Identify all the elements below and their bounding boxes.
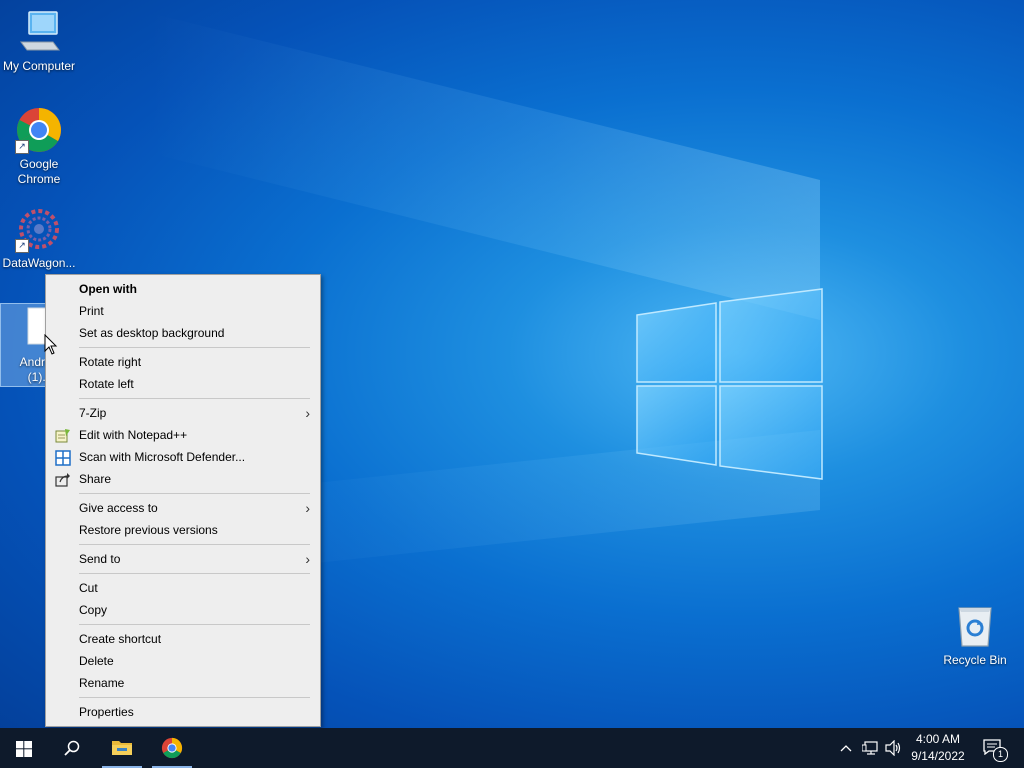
- menu-item-label: Rename: [79, 676, 125, 690]
- menu-item-share[interactable]: Share: [46, 468, 320, 490]
- menu-item-label: Set as desktop background: [79, 326, 225, 340]
- computer-icon: [15, 8, 63, 56]
- mouse-cursor-icon: [44, 334, 58, 355]
- clock-date: 9/14/2022: [911, 749, 965, 763]
- shortcut-arrow-icon: ↗: [15, 140, 29, 154]
- menu-item-properties[interactable]: Properties: [46, 701, 320, 723]
- shortcut-arrow-icon: ↗: [15, 239, 29, 253]
- desktop-icon-label: Recycle Bin: [943, 653, 1007, 667]
- desktop-icon-label: My Computer: [2, 59, 76, 73]
- menu-separator: [79, 398, 310, 399]
- taskbar-clock[interactable]: 4:00 AM 9/14/2022: [898, 731, 978, 765]
- menu-separator: [79, 347, 310, 348]
- search-button[interactable]: [48, 728, 96, 768]
- clock-time: 4:00 AM: [915, 732, 961, 746]
- chevron-right-icon: ›: [305, 405, 310, 421]
- search-icon: [64, 740, 80, 756]
- menu-item-label: Create shortcut: [79, 632, 162, 646]
- menu-item-label: Print: [79, 304, 104, 318]
- menu-item-label: Restore previous versions: [79, 523, 218, 537]
- menu-item-restore-versions[interactable]: Restore previous versions: [46, 519, 320, 541]
- menu-separator: [79, 573, 310, 574]
- menu-separator: [79, 544, 310, 545]
- taskbar: 4:00 AM 9/14/2022 1: [0, 728, 1024, 768]
- menu-item-label: Properties: [79, 705, 134, 719]
- menu-item-rotate-right[interactable]: Rotate right: [46, 351, 320, 373]
- menu-item-label: Scan with Microsoft Defender...: [79, 450, 246, 464]
- wallpaper-windows-logo: [636, 288, 823, 480]
- file-explorer-icon: [112, 741, 132, 755]
- menu-item-set-desktop-background[interactable]: Set as desktop background: [46, 322, 320, 344]
- menu-item-label: Open with: [79, 282, 137, 296]
- taskbar-file-explorer[interactable]: [98, 728, 146, 768]
- windows-start-icon: [16, 741, 32, 757]
- menu-item-print[interactable]: Print: [46, 300, 320, 322]
- notification-count-badge: 1: [993, 747, 1008, 762]
- menu-item-label: Rotate left: [79, 377, 134, 391]
- desktop-icon-label: Chrome: [17, 172, 61, 186]
- menu-item-label: Share: [79, 472, 112, 486]
- menu-item-edit-notepadpp[interactable]: Edit with Notepad++: [46, 424, 320, 446]
- desktop-icon-recycle-bin[interactable]: Recycle Bin: [936, 602, 1014, 668]
- context-menu: Open with Print Set as desktop backgroun…: [45, 274, 321, 727]
- defender-icon: [55, 450, 71, 466]
- menu-item-label: Delete: [79, 654, 114, 668]
- chrome-icon: [161, 737, 183, 759]
- network-icon[interactable]: [861, 740, 880, 756]
- show-hidden-icons-chevron-up-icon[interactable]: [840, 740, 852, 756]
- menu-separator: [79, 493, 310, 494]
- start-button[interactable]: [0, 728, 48, 768]
- menu-item-label: Rotate right: [79, 355, 142, 369]
- menu-item-open-with[interactable]: Open with: [46, 278, 320, 300]
- menu-item-label: Give access to: [79, 501, 158, 515]
- chevron-right-icon: ›: [305, 551, 310, 567]
- menu-item-delete[interactable]: Delete: [46, 650, 320, 672]
- datawagon-icon: ↗: [15, 205, 63, 253]
- desktop-icon-google-chrome[interactable]: ↗ Google Chrome: [0, 106, 78, 187]
- chrome-icon: ↗: [15, 106, 63, 154]
- menu-item-copy[interactable]: Copy: [46, 599, 320, 621]
- menu-item-scan-defender[interactable]: Scan with Microsoft Defender...: [46, 446, 320, 468]
- taskbar-chrome[interactable]: [148, 728, 196, 768]
- menu-item-label: 7-Zip: [79, 406, 107, 420]
- notepadpp-icon: [55, 428, 71, 443]
- desktop-icon-label: DataWagon...: [2, 256, 76, 270]
- menu-item-send-to[interactable]: Send to ›: [46, 548, 320, 570]
- menu-item-rotate-left[interactable]: Rotate left: [46, 373, 320, 395]
- menu-item-rename[interactable]: Rename: [46, 672, 320, 694]
- desktop-icon-my-computer[interactable]: My Computer: [0, 8, 78, 74]
- share-icon: [55, 472, 71, 487]
- chevron-right-icon: ›: [305, 500, 310, 516]
- action-center-button[interactable]: 1: [980, 728, 1024, 768]
- recycle-bin-icon: [951, 602, 999, 650]
- menu-item-label: Send to: [79, 552, 121, 566]
- menu-item-label: Copy: [79, 603, 108, 617]
- menu-item-label: Cut: [79, 581, 98, 595]
- menu-item-give-access[interactable]: Give access to ›: [46, 497, 320, 519]
- menu-item-label: Edit with Notepad++: [79, 428, 188, 442]
- menu-item-create-shortcut[interactable]: Create shortcut: [46, 628, 320, 650]
- menu-separator: [79, 697, 310, 698]
- menu-item-7zip[interactable]: 7-Zip ›: [46, 402, 320, 424]
- desktop-icon-datawagon[interactable]: ↗ DataWagon...: [0, 205, 78, 271]
- desktop-icon-label: Google: [19, 157, 59, 171]
- menu-separator: [79, 624, 310, 625]
- menu-item-cut[interactable]: Cut: [46, 577, 320, 599]
